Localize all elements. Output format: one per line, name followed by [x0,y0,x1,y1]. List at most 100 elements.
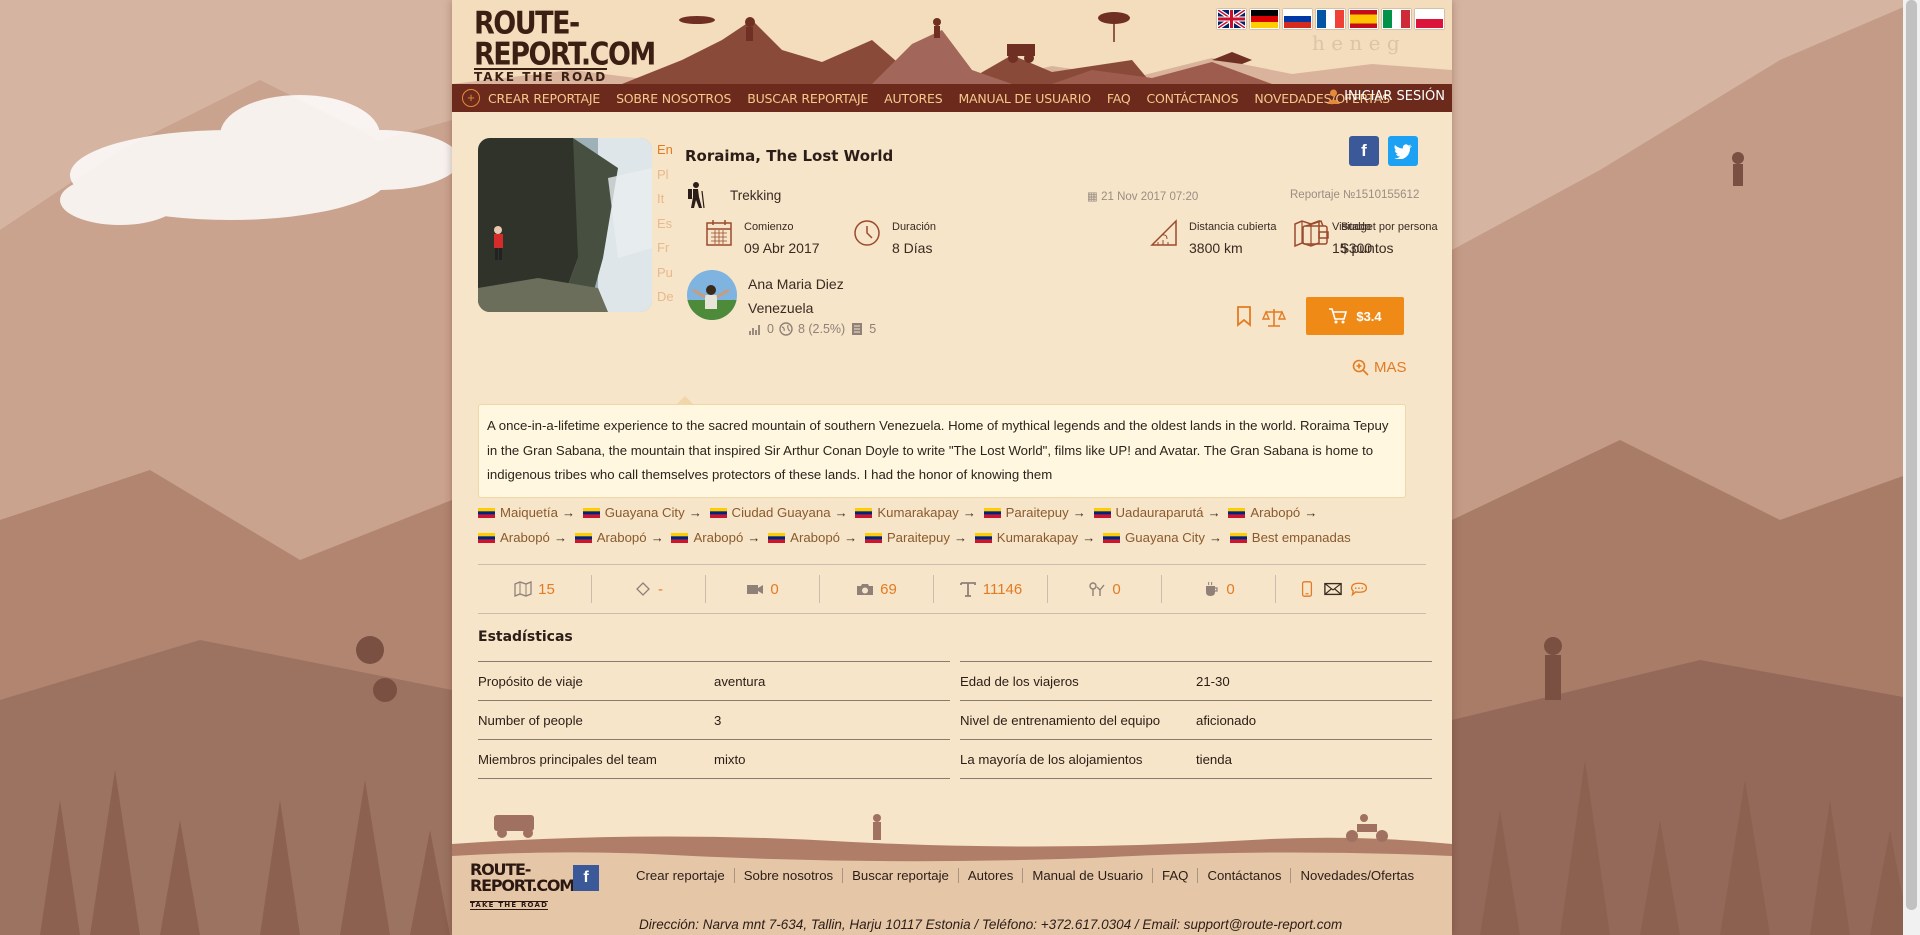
twitter-share-button[interactable] [1388,136,1418,166]
route-list: Maiquetía → Guayana City → Ciudad Guayana →… [478,501,1408,550]
lang-de[interactable]: De [657,285,674,310]
route-stop[interactable]: Guayana City [582,505,685,520]
route-arrow: → [650,529,664,545]
footer-link-search-report[interactable]: Buscar reportaje [852,868,949,883]
footer-facebook-button[interactable]: f [573,865,599,891]
login-button[interactable]: INICIAR SESIÓN [1327,89,1445,104]
report-cover-photo[interactable] [478,138,652,312]
buy-button[interactable]: $3.4 [1306,297,1404,335]
contact-icons [1276,575,1389,603]
counter-location-value: - [658,580,663,598]
nav-search-report[interactable]: BUSCAR REPORTAJE [747,91,868,106]
lang-it[interactable]: It [657,187,674,212]
flag-venezuela-icon [1229,532,1247,543]
route-stop-name: Guayana City [1125,529,1205,545]
footer-link-create-report[interactable]: Crear reportaje [636,868,725,883]
cart-icon [1329,308,1348,324]
facebook-share-button[interactable]: f [1349,136,1379,166]
phone-icon[interactable] [1298,581,1316,597]
footer-link-contact[interactable]: Contáctanos [1207,868,1281,883]
counter-text[interactable]: 11146 [934,575,1048,603]
route-stop[interactable]: Arabopó [478,530,550,545]
stat-value: tienda [1196,751,1232,767]
flag-germany-icon[interactable] [1250,9,1279,29]
table-row: Number of people 3 [478,700,950,739]
footer-link-about-us[interactable]: Sobre nosotros [744,868,833,883]
flag-france-icon[interactable] [1316,9,1345,29]
compare-icon[interactable] [1262,306,1286,328]
route-stop[interactable]: Arabopó [768,530,840,545]
route-stop[interactable]: Kumarakapay [974,530,1078,545]
author-avatar[interactable] [687,270,737,320]
nav-faq[interactable]: FAQ [1107,91,1131,106]
bookmark-icon[interactable] [1236,305,1252,327]
counter-location[interactable]: - [592,575,706,603]
footer-link-news-offers[interactable]: Novedades/Ofertas [1300,868,1414,883]
more-label: MAS [1374,359,1407,376]
flag-venezuela-icon [582,508,600,518]
author-name[interactable]: Ana Maria Diez [748,272,844,296]
flag-poland-icon[interactable] [1415,9,1444,29]
lang-es[interactable]: Es [657,212,674,237]
nav-authors[interactable]: AUTORES [884,91,942,106]
flag-venezuela-icon [768,532,786,543]
lang-pu[interactable]: Pu [657,261,674,286]
route-stop-name: Maiquetía [500,505,558,520]
globe-icon [779,322,793,336]
route-stop[interactable]: Paraitepuy [983,505,1069,520]
lang-pl[interactable]: Pl [657,163,674,188]
route-stop[interactable]: Ciudad Guayana [709,505,831,520]
counter-food[interactable]: 0 [1162,575,1276,603]
nav-contact[interactable]: CONTÁCTANOS [1147,91,1239,106]
route-stop[interactable]: Maiquetía [478,505,558,520]
counter-photos[interactable]: 69 [820,575,934,603]
route-arrow: → [953,529,968,545]
flag-spain-icon[interactable] [1349,9,1378,29]
route-stop[interactable]: Best empanadas [1229,530,1351,545]
route-arrow: → [561,505,576,520]
scrollbar-thumb[interactable] [1906,0,1917,910]
author-country: Venezuela [748,300,814,316]
footer-link-faq[interactable]: FAQ [1162,868,1188,883]
more-button[interactable]: MAS [1352,359,1407,376]
route-stop[interactable]: Guayana City [1103,530,1205,545]
footer-logo[interactable]: ROUTE-REPORT.COM TAKE THE ROAD [470,862,575,910]
add-icon[interactable]: + [462,89,480,107]
route-stop[interactable]: Arabopó [671,530,743,545]
chat-icon[interactable] [1350,581,1368,597]
route-stop[interactable]: Arabopó [574,530,647,545]
counter-places[interactable]: 0 [1048,575,1162,603]
route-stop[interactable]: Uadauraparutá [1093,505,1204,520]
site-logo[interactable]: ROUTE-REPORT.COM TAKE THE ROAD [474,8,656,86]
flag-russia-icon[interactable] [1283,9,1312,29]
nav-user-manual[interactable]: MANUAL DE USUARIO [958,91,1091,106]
route-stop-name: Uadauraparutá [1115,505,1204,520]
route-arrow: → [1207,505,1221,520]
stat-key: Nivel de entrenamiento del equipo [960,712,1161,728]
counter-video[interactable]: 0 [706,575,820,603]
page-scrollbar[interactable] [1903,0,1920,935]
stat-start-value: 09 Abr 2017 [744,240,820,256]
nav-create-report[interactable]: CREAR REPORTAJE [488,91,600,106]
rating-icon [749,325,760,335]
flag-uk-icon[interactable] [1217,9,1246,29]
statistics-table-left: Propósito de viaje aventura Number of peo… [478,661,950,779]
route-stop[interactable]: Arabopó [1228,505,1300,520]
counter-photos-value: 69 [880,580,897,598]
route-stop[interactable]: Kumarakapay [855,505,959,520]
email-icon[interactable] [1323,581,1342,597]
route-stop[interactable]: Paraitepuy [864,530,950,545]
footer-link-user-manual[interactable]: Manual de Usuario [1032,868,1143,883]
stat-visited-value: 15 puntos [1332,240,1394,256]
flag-venezuela-icon [478,508,495,518]
nav-about-us[interactable]: SOBRE NOSOTROS [616,91,731,106]
flag-italy-icon[interactable] [1382,9,1411,29]
flag-venezuela-icon [671,532,689,543]
stat-distance-value: 3800 km [1189,240,1243,256]
table-row: Miembros principales del team mixto [478,739,950,779]
lang-en[interactable]: En [657,138,674,163]
footer-link-authors[interactable]: Autores [968,868,1013,883]
flag-venezuela-icon [864,532,882,543]
lang-fr[interactable]: Fr [657,236,674,261]
counter-points[interactable]: 15 [478,575,592,603]
